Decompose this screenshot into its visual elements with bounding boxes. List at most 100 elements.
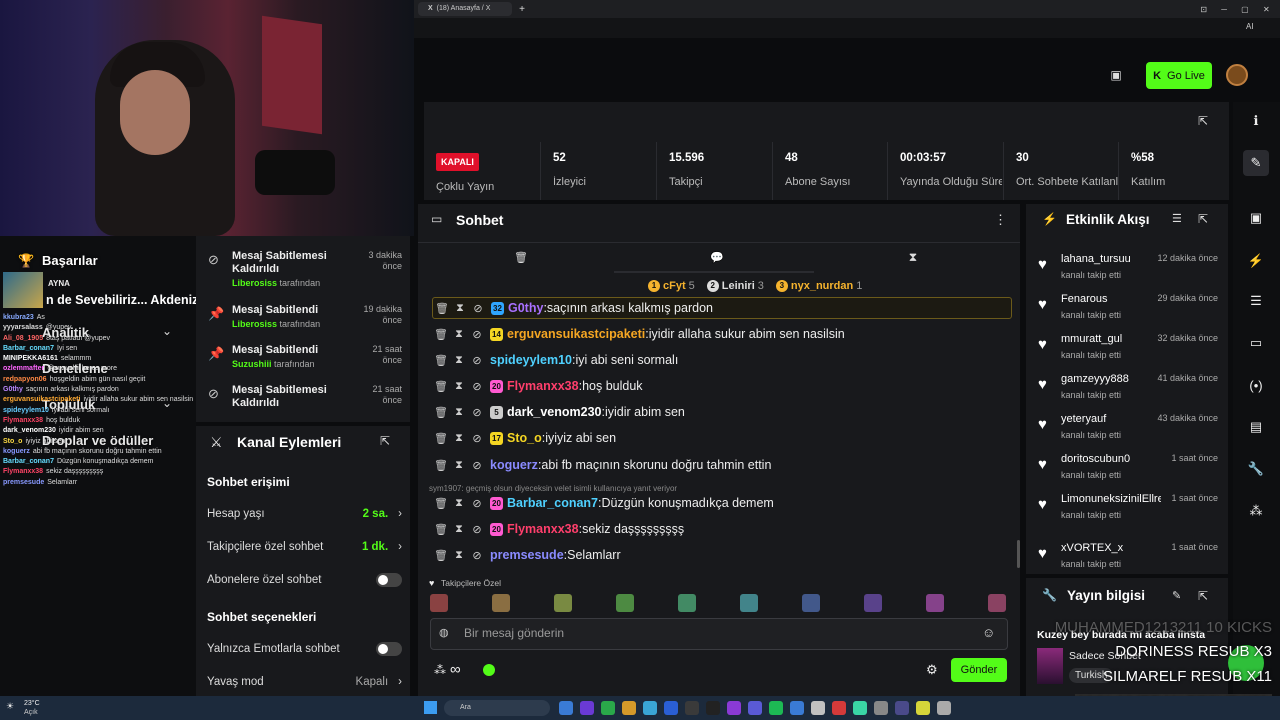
slow-mode-row[interactable]: Yavaş mod Kapalı ›	[207, 672, 402, 692]
window-controls[interactable]: ⊡ ─ ▢ ✕	[1198, 1, 1278, 17]
delete-icon[interactable]: 🗑	[432, 497, 450, 510]
timeout-icon[interactable]: ⧗	[450, 328, 468, 341]
taskbar-app-icon[interactable]	[727, 701, 741, 715]
activity-item[interactable]: ♥ gamzeyyy888 kanalı takip etti 41 dakika ö…	[1034, 371, 1222, 411]
delete-icon[interactable]: 🗑	[432, 328, 450, 341]
delete-icon[interactable]: 🗑	[432, 459, 450, 472]
timeout-icon[interactable]: ⧗	[450, 432, 468, 445]
emote-only-toggle[interactable]	[376, 642, 402, 656]
send-button[interactable]: Gönder	[951, 658, 1007, 682]
chat-username[interactable]: Sto_o	[507, 431, 542, 445]
taskbar-app-icon[interactable]	[916, 701, 930, 715]
ban-icon[interactable]: ⊘	[469, 302, 487, 315]
chat-username[interactable]: erguvansuikastcipaketi	[507, 327, 645, 341]
ban-icon[interactable]: ⊘	[468, 380, 486, 393]
ban-icon[interactable]: ⊘	[468, 328, 486, 341]
chat-message[interactable]: 🗑 ⧗ ⊘ 20 Flymanxx38: sekiz daşşşşşşşşş	[432, 518, 1012, 540]
delete-icon[interactable]: 🗑	[433, 302, 451, 315]
taskbar-app-icon[interactable]	[769, 701, 783, 715]
chat-username[interactable]: Flymanxx38	[507, 522, 579, 536]
chat-username[interactable]: koguerz	[490, 458, 538, 472]
followers-only-row[interactable]: Takipçilere özel sohbet 1 dk. ›	[207, 537, 402, 557]
activity-item[interactable]: ♥ mmuratt_gul kanalı takip etti 32 dakika ö…	[1034, 331, 1222, 371]
delete-icon[interactable]: 🗑	[432, 354, 450, 367]
subs-only-row[interactable]: Abonelere özel sohbet	[207, 570, 402, 590]
ai-button[interactable]: AI	[1246, 22, 1254, 31]
trash-tab-icon[interactable]: 🗑	[512, 249, 530, 265]
taskbar-app-icon[interactable]	[559, 701, 573, 715]
emote-thumbnail[interactable]	[616, 594, 634, 612]
taskbar-app-icon[interactable]	[811, 701, 825, 715]
scrollbar[interactable]	[1017, 540, 1020, 568]
browser-tab[interactable]: X (18) Anasayfa / X	[418, 2, 512, 16]
delete-icon[interactable]: 🗑	[432, 549, 450, 562]
taskbar-app-icon[interactable]	[664, 701, 678, 715]
taskbar-app-icon[interactable]	[937, 701, 951, 715]
ban-icon[interactable]: ⊘	[468, 406, 486, 419]
delete-icon[interactable]: 🗑	[432, 406, 450, 419]
chat-message[interactable]: 🗑 ⧗ ⊘ 20 Flymanxx38: hoş bulduk	[432, 375, 1012, 397]
timeout-icon[interactable]: ⧗	[450, 549, 468, 562]
broadcast-icon[interactable]: (•)	[1243, 372, 1269, 398]
chat-message[interactable]: 🗑 ⧗ ⊘ 5 dark_venom230: iyidir abim sen	[432, 401, 1012, 423]
avatar[interactable]	[1226, 64, 1248, 86]
timeout-icon[interactable]: ⧗	[450, 406, 468, 419]
edit-icon[interactable]: ✎	[1172, 589, 1181, 602]
chat-username[interactable]: premsesude	[490, 548, 564, 562]
ban-icon[interactable]: ⊘	[468, 459, 486, 472]
popout-icon[interactable]: ⇱	[1198, 212, 1208, 226]
wrench-icon[interactable]: 🔧	[1243, 456, 1269, 482]
filter-icon[interactable]: ☰	[1172, 212, 1182, 225]
emoji-icon[interactable]: ☺	[982, 625, 995, 640]
ban-icon[interactable]: ⊘	[468, 497, 486, 510]
activity-item[interactable]: ♥ xVORTEX_x kanalı takip etti 1 saat önce	[1034, 540, 1222, 580]
badges-icon[interactable]: ⁂	[1243, 498, 1269, 524]
emote-only-row[interactable]: Yalnızca Emotlarla sohbet	[207, 639, 402, 659]
kebab-menu-icon[interactable]: ⋮	[994, 212, 1007, 228]
chat-username[interactable]: Flymanxx38	[507, 379, 579, 393]
ban-icon[interactable]: ⊘	[468, 523, 486, 536]
emote-thumbnail[interactable]	[740, 594, 758, 612]
taskbar-app-icon[interactable]	[622, 701, 636, 715]
emote-thumbnail[interactable]	[988, 594, 1006, 612]
badges-icon[interactable]: ⁂	[434, 663, 446, 677]
taskbar-app-icon[interactable]	[748, 701, 762, 715]
chat-tab-icon[interactable]: 💬	[708, 249, 726, 265]
chat-message[interactable]: 🗑 ⧗ ⊘ 32 G0thy: saçının arkası kalkmış pardo…	[432, 297, 1012, 319]
popout-icon[interactable]: ⇱	[1198, 589, 1208, 603]
activity-item[interactable]: ♥ yeteryauf kanalı takip etti 43 dakika önc…	[1034, 411, 1222, 451]
taskbar-app-icon[interactable]	[895, 701, 909, 715]
taskbar-app-icon[interactable]	[790, 701, 804, 715]
chat-username[interactable]: G0thy	[508, 301, 543, 315]
chat-message[interactable]: 🗑 ⧗ ⊘ 20 Barbar_conan7: Düzgün konuşmadıkça …	[432, 492, 1012, 514]
windows-start-icon[interactable]	[424, 701, 437, 714]
subs-only-toggle[interactable]	[376, 573, 402, 587]
chat-message[interactable]: 🗑 ⧗ ⊘ premsesude: Selamlarr	[432, 544, 1012, 566]
ban-icon[interactable]: ⊘	[468, 354, 486, 367]
taskbar-app-icon[interactable]	[832, 701, 846, 715]
emote-thumbnail[interactable]	[864, 594, 882, 612]
lightning-icon[interactable]: ⚡	[1243, 248, 1269, 274]
kick-emote-icon[interactable]	[483, 664, 495, 676]
clipboard-icon[interactable]: ▤	[1243, 414, 1269, 440]
timeout-icon[interactable]: ⧗	[450, 523, 468, 536]
timeout-icon[interactable]: ⧗	[450, 380, 468, 393]
popout-icon[interactable]: ⇱	[1198, 114, 1208, 128]
activity-item[interactable]: ♥ Fenarous kanalı takip etti 29 dakika önce	[1034, 291, 1222, 331]
chat-username[interactable]: spideyylem10	[490, 353, 572, 367]
activity-item[interactable]: ♥ lahana_tursuu kanalı takip etti 12 dakika…	[1034, 251, 1222, 291]
activity-item[interactable]: ♥ doritoscubun0 kanalı takip etti 1 saat ön…	[1034, 451, 1222, 491]
taskbar-app-icon[interactable]	[853, 701, 867, 715]
settings-gear-icon[interactable]: ⚙	[926, 662, 938, 678]
account-age-row[interactable]: Hesap yaşı 2 sa. ›	[207, 504, 402, 524]
popout-icon[interactable]: ⇱	[380, 434, 390, 448]
achievements-label[interactable]: Başarılar	[42, 253, 98, 268]
edit-icon[interactable]: ✎	[1243, 150, 1269, 176]
chat-icon[interactable]: ▭	[1243, 330, 1269, 356]
chat-message[interactable]: 🗑 ⧗ ⊘ spideyylem10: iyi abi seni sormalı	[432, 349, 1012, 371]
delete-icon[interactable]: 🗑	[432, 380, 450, 393]
taskbar-app-icon[interactable]	[874, 701, 888, 715]
emote-thumbnail[interactable]	[554, 594, 572, 612]
activity-item[interactable]: ♥ LimonuneksizinilEllreanins kanalı takip …	[1034, 491, 1222, 531]
timeout-icon[interactable]: ⧗	[450, 497, 468, 510]
